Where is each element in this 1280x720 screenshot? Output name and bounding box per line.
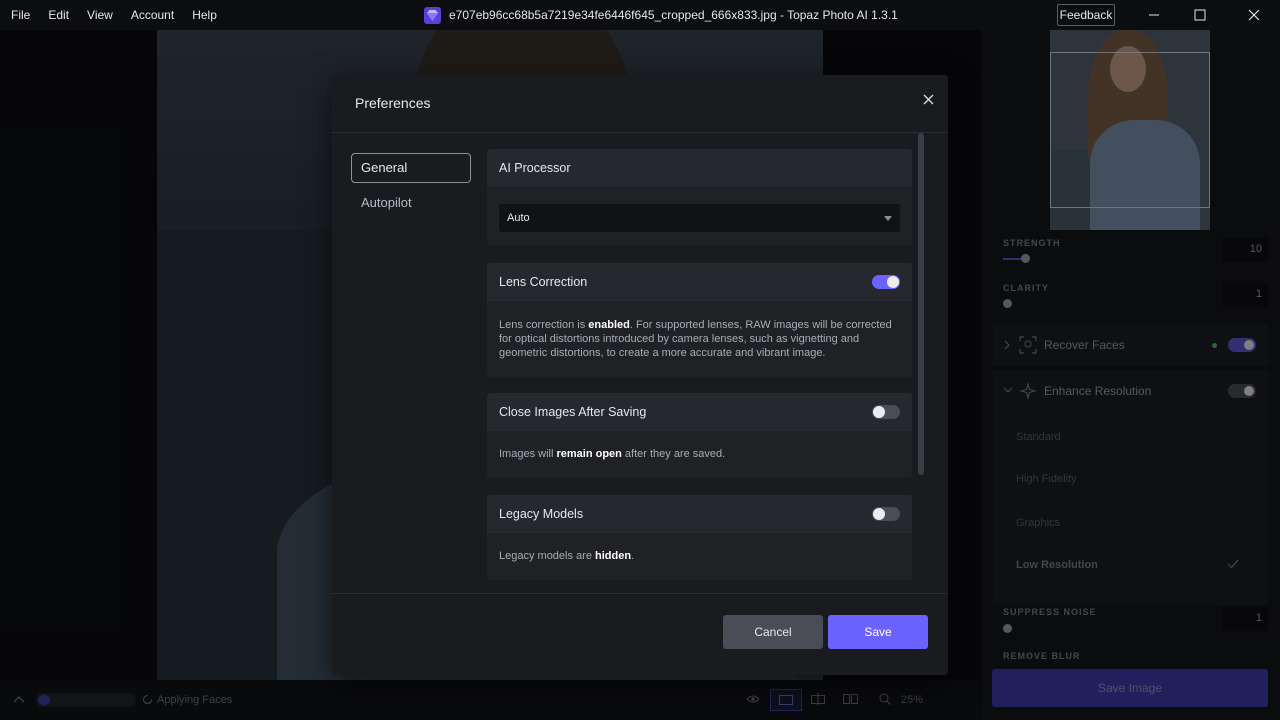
lens-correction-header: Lens Correction bbox=[487, 263, 912, 301]
close-images-label: Close Images After Saving bbox=[499, 405, 647, 419]
close-icon bbox=[1248, 9, 1260, 21]
legacy-models-section: Legacy Models Legacy models are hidden. bbox=[487, 495, 912, 580]
menu-account[interactable]: Account bbox=[122, 0, 183, 30]
lens-correction-label: Lens Correction bbox=[499, 275, 588, 289]
lens-correction-section: Lens Correction Lens correction is enabl… bbox=[487, 263, 912, 377]
desc-text: . bbox=[631, 550, 635, 562]
ai-processor-body: Auto bbox=[487, 187, 912, 245]
close-images-toggle[interactable] bbox=[872, 405, 900, 419]
close-window-button[interactable] bbox=[1231, 0, 1277, 30]
close-images-header: Close Images After Saving bbox=[487, 393, 912, 431]
ai-processor-header: AI Processor bbox=[487, 149, 912, 187]
minimize-icon bbox=[1149, 14, 1159, 16]
menu-view[interactable]: View bbox=[78, 0, 122, 30]
divider bbox=[332, 132, 948, 133]
desc-text: after they are saved. bbox=[621, 448, 726, 460]
menu-bar: File Edit View Account Help bbox=[2, 0, 226, 30]
window-title: e707eb96cc68b5a7219e34fe6446f645_cropped… bbox=[424, 0, 898, 30]
preferences-dialog: Preferences General Autopilot AI Process… bbox=[332, 75, 948, 675]
maximize-button[interactable] bbox=[1177, 0, 1223, 30]
ai-processor-select[interactable]: Auto bbox=[499, 204, 900, 232]
legacy-models-toggle[interactable] bbox=[872, 507, 900, 521]
desc-emphasis: hidden bbox=[595, 550, 632, 562]
close-images-section: Close Images After Saving Images will re… bbox=[487, 393, 912, 478]
legacy-models-header: Legacy Models bbox=[487, 495, 912, 533]
dialog-close-button[interactable] bbox=[918, 89, 938, 109]
ai-processor-label: AI Processor bbox=[499, 161, 571, 175]
menu-help[interactable]: Help bbox=[183, 0, 226, 30]
close-images-desc: Images will remain open after they are s… bbox=[487, 431, 912, 478]
scrollbar-thumb[interactable] bbox=[918, 133, 924, 475]
legacy-models-desc: Legacy models are hidden. bbox=[487, 533, 912, 580]
minimize-button[interactable] bbox=[1131, 0, 1177, 30]
legacy-models-label: Legacy Models bbox=[499, 507, 584, 521]
lens-correction-desc: Lens correction is enabled. For supporte… bbox=[487, 301, 912, 377]
ai-processor-selected: Auto bbox=[507, 212, 530, 224]
desc-text: Images will bbox=[499, 448, 557, 460]
ai-processor-section: AI Processor Auto bbox=[487, 149, 912, 245]
window-title-text: e707eb96cc68b5a7219e34fe6446f645_cropped… bbox=[449, 8, 898, 22]
toggle-knob bbox=[873, 508, 885, 520]
toggle-knob bbox=[873, 406, 885, 418]
lens-correction-toggle[interactable] bbox=[872, 275, 900, 289]
desc-emphasis: enabled bbox=[588, 319, 630, 331]
desc-text: Lens correction is bbox=[499, 319, 589, 331]
topaz-app-icon bbox=[424, 6, 441, 24]
title-bar: File Edit View Account Help e707eb96cc68… bbox=[0, 0, 1280, 30]
toggle-knob bbox=[887, 276, 899, 288]
cancel-button[interactable]: Cancel bbox=[723, 615, 823, 649]
feedback-button[interactable]: Feedback bbox=[1057, 4, 1115, 26]
desc-emphasis: remain open bbox=[556, 448, 622, 460]
divider bbox=[332, 593, 948, 594]
dialog-scrollbar[interactable] bbox=[918, 133, 924, 593]
maximize-icon bbox=[1194, 9, 1206, 21]
dialog-title: Preferences bbox=[355, 95, 431, 111]
menu-file[interactable]: File bbox=[2, 0, 39, 30]
save-button[interactable]: Save bbox=[828, 615, 928, 649]
nav-general[interactable]: General bbox=[351, 153, 471, 183]
desc-text: Legacy models are bbox=[499, 550, 595, 562]
caret-down-icon bbox=[884, 215, 892, 221]
close-icon bbox=[923, 94, 933, 104]
nav-autopilot[interactable]: Autopilot bbox=[361, 195, 412, 210]
menu-edit[interactable]: Edit bbox=[39, 0, 78, 30]
